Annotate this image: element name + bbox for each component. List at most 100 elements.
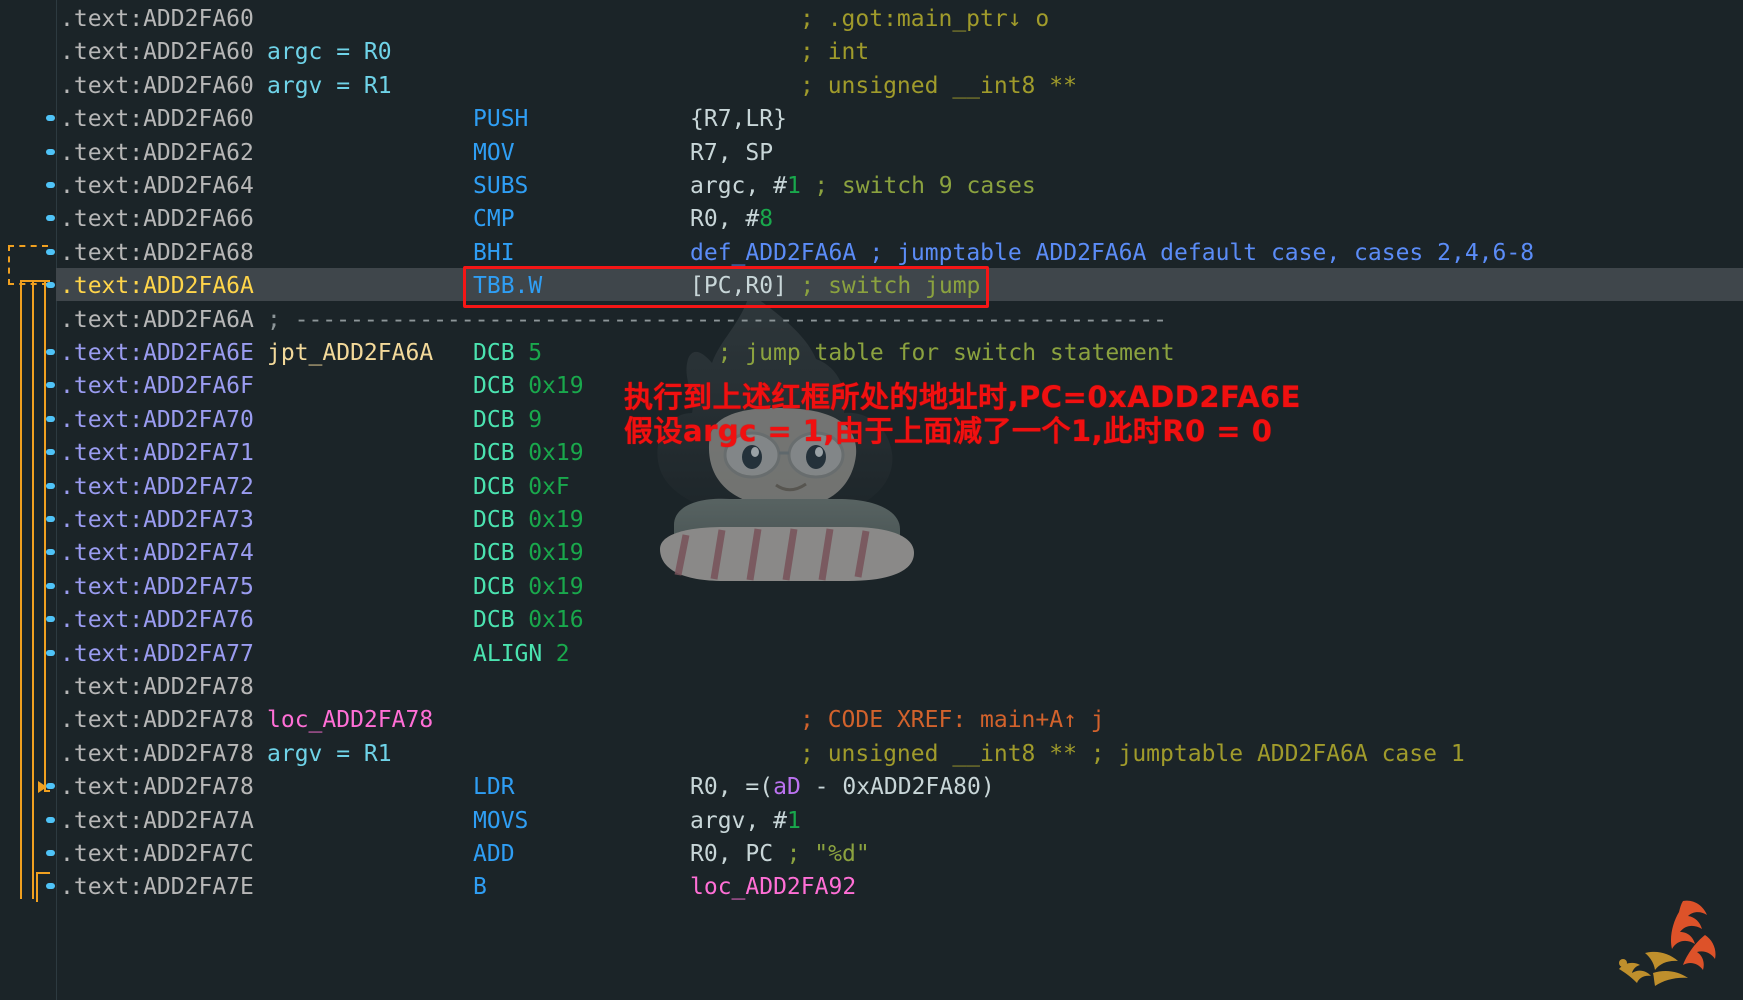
row-operands[interactable]: {R7,LR} [690,103,787,136]
disassembly-row[interactable]: .text:ADD2FA78 argv = R1 ; unsigned __int8… [0,738,1743,771]
breakpoint-dot[interactable] [46,883,55,890]
disassembly-row[interactable]: .text:ADD2FA78 loc_ADD2FA78 ; CODE XREF: m… [0,704,1743,737]
row-mnemonic[interactable]: CMP [473,203,515,236]
breakpoint-dot[interactable] [46,415,55,422]
row-loc-label[interactable]: loc_ADD2FA78 [267,704,433,737]
row-mnemonic[interactable]: DCB [473,604,515,637]
breakpoint-dot[interactable] [46,215,55,222]
row-mnemonic[interactable]: DCB [473,370,515,403]
row-mnemonic[interactable]: DCB [473,571,515,604]
row-mnemonic[interactable]: PUSH [473,103,528,136]
row-operands[interactable]: 5 [528,337,542,370]
row-mnemonic[interactable]: DCB [473,337,515,370]
breakpoint-dot[interactable] [46,248,55,255]
row-mnemonic[interactable]: ADD [473,838,515,871]
row-operands[interactable]: 0x16 [528,604,583,637]
row-address: .text:ADD2FA78 [60,740,254,767]
row-operands[interactable]: 0x19 [528,537,583,570]
row-xref-comment: ; CODE XREF: main+A↑ j [800,707,1105,734]
breakpoint-dot[interactable] [46,816,55,823]
row-mnemonic[interactable]: DCB [473,404,515,437]
breakpoint-dot[interactable] [46,649,55,656]
row-operands[interactable]: argc, #1 [690,170,801,203]
disassembly-row[interactable]: .text:ADD2FA75 DCB 0x19 [0,571,1743,604]
row-mnemonic[interactable]: BHI [473,237,515,270]
row-variable-label[interactable]: argc = R0 [267,36,392,69]
disassembly-row[interactable]: .text:ADD2FA68 BHI def_ADD2FA6A ; jumptable… [0,237,1743,270]
row-address: .text:ADD2FA77 [60,640,254,667]
breakpoint-dot[interactable] [46,148,55,155]
row-mnemonic[interactable]: SUBS [473,170,528,203]
disassembly-row[interactable]: .text:ADD2FA64 SUBS argc, #1 ; switch 9 cas… [0,170,1743,203]
right-scroll-strip[interactable] [1738,0,1743,1000]
row-address: .text:ADD2FA6A [60,306,254,333]
row-operands[interactable]: argv, #1 [690,805,801,838]
row-operands[interactable]: R0, PC [690,838,773,871]
row-operands[interactable]: 0xF [528,471,570,504]
operand-data-symbol[interactable]: aD [773,774,801,800]
row-mnemonic[interactable]: ALIGN [473,638,542,671]
breakpoint-dot[interactable] [46,382,55,389]
row-address: .text:ADD2FA74 [60,540,254,567]
row-operands[interactable]: 0x19 [528,437,583,470]
row-operands[interactable]: 2 [556,638,570,671]
disassembly-row[interactable]: .text:ADD2FA76 DCB 0x16 [0,604,1743,637]
row-mnemonic[interactable]: LDR [473,771,515,804]
operand-loc-label[interactable]: loc_ADD2FA92 [690,874,856,900]
disassembly-row[interactable]: .text:ADD2FA6E jpt_ADD2FA6A DCB 5 ; jump tab… [0,337,1743,370]
operand-number: 1 [786,807,801,834]
breakpoint-dot[interactable] [46,349,55,355]
breakpoint-dot[interactable] [46,182,55,188]
disassembly-row[interactable]: .text:ADD2FA72 DCB 0xF [0,471,1743,504]
disassembly-row[interactable]: .text:ADD2FA7E Bloc_ADD2FA92 [0,871,1743,904]
operand-text: R7, SP [690,139,774,166]
row-variable-label[interactable]: argv = R1 [267,738,392,771]
row-operands[interactable]: loc_ADD2FA92 [690,871,856,904]
breakpoint-dot[interactable] [46,115,55,122]
row-variable-label[interactable]: argv = R1 [267,70,392,103]
row-operands[interactable]: R7, SP [690,137,773,170]
disassembly-row[interactable]: .text:ADD2FA78 LDR R0, =(aD - 0xADD2FA80) [0,771,1743,804]
row-operands[interactable]: def_ADD2FA6A [690,237,856,270]
row-jumptable-label[interactable]: jpt_ADD2FA6A [267,337,433,370]
breakpoint-dot[interactable] [46,616,55,623]
disassembly-row[interactable]: .text:ADD2FA60 argv = R1 ; unsigned __int8… [0,70,1743,103]
breakpoint-dot[interactable] [46,549,55,556]
row-operands[interactable]: 0x19 [528,370,583,403]
breakpoint-dot[interactable] [46,516,55,522]
operand-text: - [800,774,843,801]
breakpoint-dot[interactable] [46,850,55,856]
disassembly-row[interactable]: .text:ADD2FA62 MOV R7, SP [0,137,1743,170]
breakpoint-dot[interactable] [46,449,55,456]
row-mnemonic[interactable]: DCB [473,471,515,504]
row-mnemonic[interactable]: DCB [473,437,515,470]
breakpoint-dot[interactable] [46,783,55,790]
row-mnemonic[interactable]: DCB [473,504,515,537]
row-mnemonic[interactable]: DCB [473,537,515,570]
row-mnemonic[interactable]: MOV [473,137,515,170]
disassembly-row[interactable]: .text:ADD2FA6A; -------------------------… [0,304,1743,337]
operand-default-label[interactable]: def_ADD2FA6A [690,240,856,266]
disassembly-row[interactable]: .text:ADD2FA74 DCB 0x19 [0,537,1743,570]
row-operands[interactable]: R0, =(aD - 0xADD2FA80) [690,771,995,804]
disassembly-row[interactable]: .text:ADD2FA78 [0,671,1743,704]
disassembly-row[interactable]: .text:ADD2FA60 argc = R0 ; int [0,36,1743,69]
breakpoint-dot[interactable] [46,482,55,489]
row-operands[interactable]: 9 [528,404,542,437]
disassembly-row[interactable]: .text:ADD2FA7C ADD R0, PC ; "%d" [0,838,1743,871]
row-operands[interactable]: 0x19 [528,571,583,604]
row-operands[interactable]: 0x19 [528,504,583,537]
disassembly-row[interactable]: .text:ADD2FA77 ALIGN 2 [0,638,1743,671]
breakpoint-dot[interactable] [46,582,55,589]
disassembly-row[interactable]: .text:ADD2FA60 PUSH {R7,LR} [0,103,1743,136]
disassembly-row[interactable]: .text:ADD2FA60 ; .got:main_ptr↓ o [0,3,1743,36]
disassembly-row[interactable]: .text:ADD2FA66 CMP R0, #8 [0,203,1743,236]
operand-number: 0x19 [528,507,584,533]
row-operands[interactable]: R0, #8 [690,203,773,236]
breakpoint-dot[interactable] [46,282,55,289]
disassembly-row[interactable]: .text:ADD2FA7A MOVS argv, #1 [0,805,1743,838]
code-listing: .text:ADD2FA60; .got:main_ptr↓ o .text:AD… [0,0,1743,1000]
row-mnemonic[interactable]: B [473,871,487,904]
row-mnemonic[interactable]: MOVS [473,805,528,838]
disassembly-row[interactable]: .text:ADD2FA73 DCB 0x19 [0,504,1743,537]
